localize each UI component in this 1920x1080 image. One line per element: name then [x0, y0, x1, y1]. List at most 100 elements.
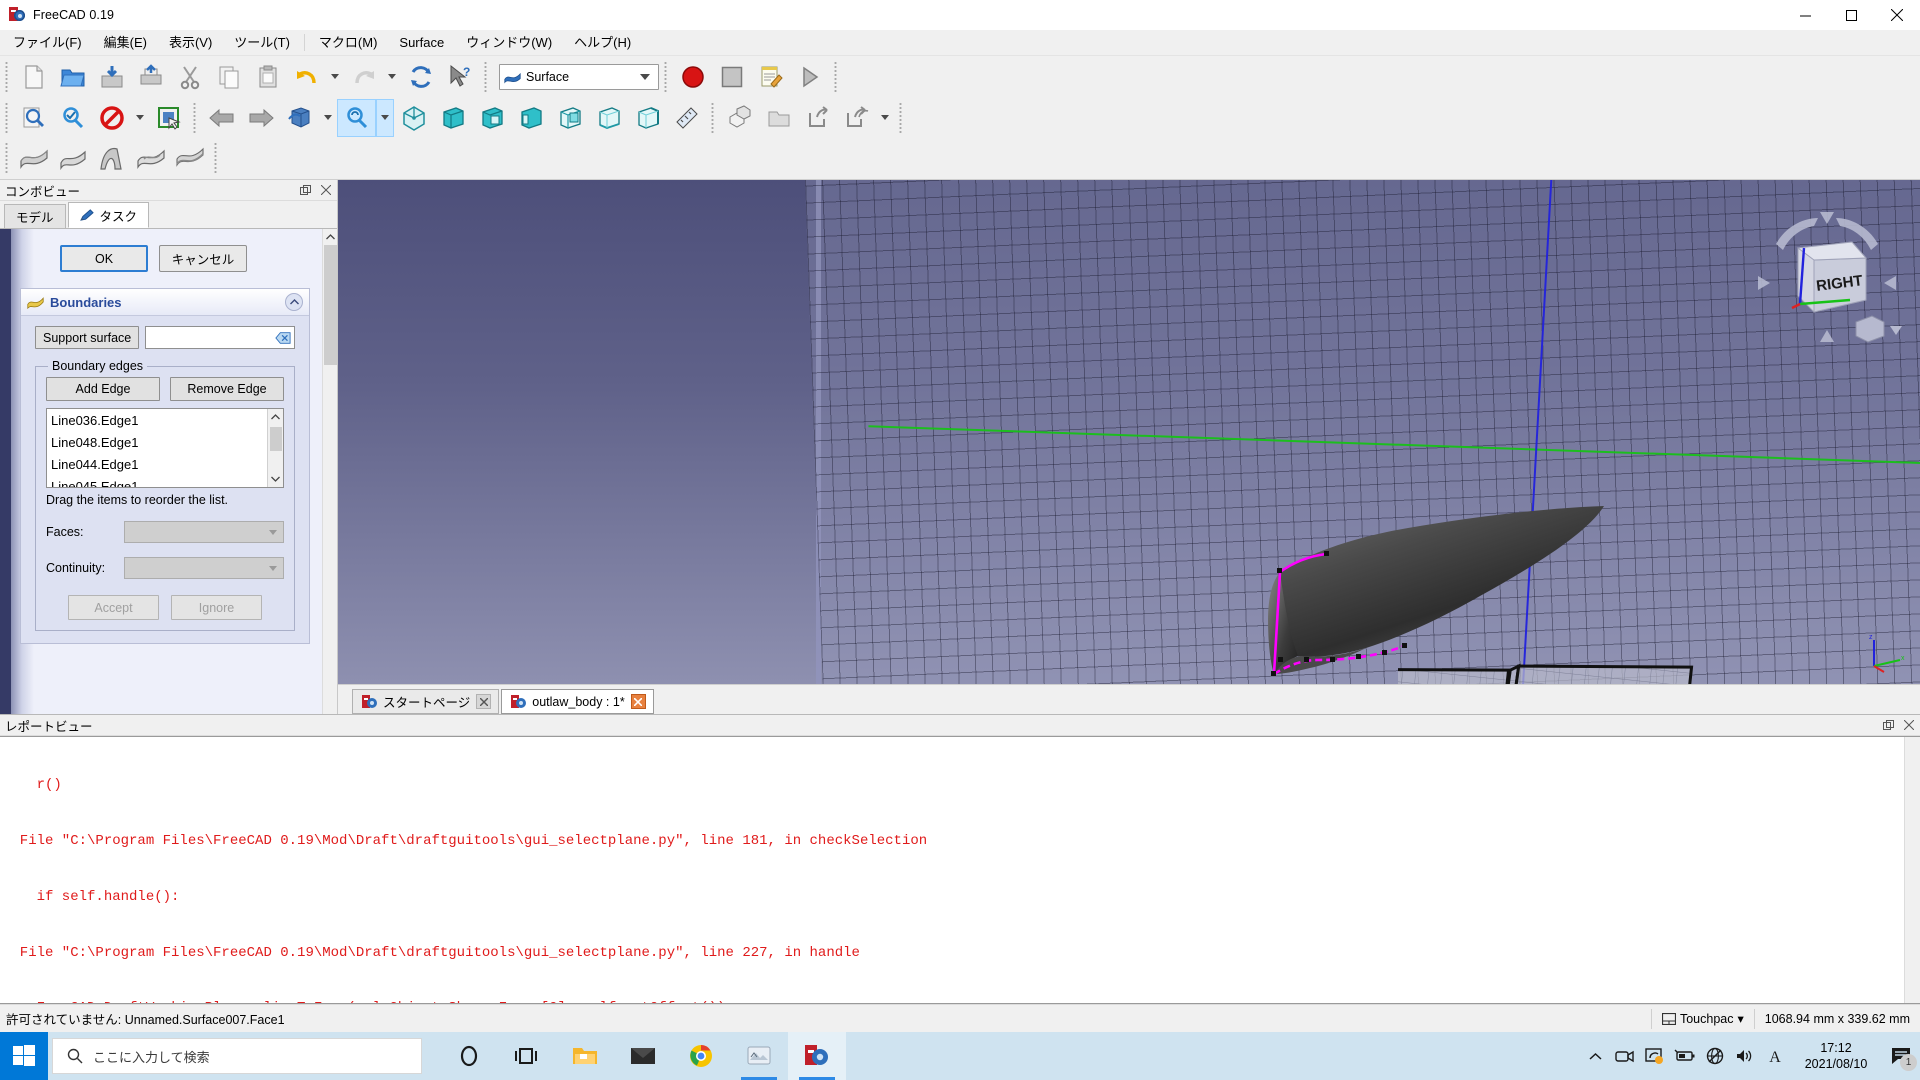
- remove-edge-button[interactable]: Remove Edge: [170, 377, 284, 401]
- zoom-dropdown-icon[interactable]: [376, 98, 394, 137]
- macro-stop-icon[interactable]: [712, 58, 751, 96]
- whats-this-icon[interactable]: ?: [440, 58, 479, 96]
- toolbar-grip[interactable]: [663, 59, 671, 94]
- notification-icon[interactable]: 1: [1882, 1032, 1920, 1080]
- link-dropdown-icon[interactable]: [876, 99, 894, 137]
- redo-dropdown-icon[interactable]: [383, 58, 401, 96]
- right-view-icon[interactable]: [511, 99, 550, 137]
- undo-icon[interactable]: [287, 58, 326, 96]
- print-document-icon[interactable]: [131, 58, 170, 96]
- top-view-icon[interactable]: [472, 99, 511, 137]
- gordon-surface-icon[interactable]: [53, 139, 92, 177]
- toolbar-grip[interactable]: [710, 100, 718, 135]
- std-view-icon[interactable]: [280, 99, 319, 137]
- tab-model[interactable]: モデル: [4, 204, 66, 228]
- forward-arrow-icon[interactable]: [241, 99, 280, 137]
- tray-volume[interactable]: [1730, 1032, 1760, 1080]
- toolbar-grip[interactable]: [192, 100, 200, 135]
- tray-network[interactable]: [1700, 1032, 1730, 1080]
- paste-icon[interactable]: [248, 58, 287, 96]
- menu-view[interactable]: 表示(V): [158, 31, 223, 55]
- toolbar-grip[interactable]: [4, 59, 12, 94]
- report-scrollbar[interactable]: [1904, 737, 1920, 1003]
- menu-help[interactable]: ヘルプ(H): [563, 31, 642, 55]
- taskbar-file-explorer[interactable]: [556, 1032, 614, 1080]
- scroll-up-icon[interactable]: [322, 229, 337, 245]
- list-item[interactable]: Line044.Edge1: [51, 454, 267, 476]
- tray-ime[interactable]: A: [1760, 1032, 1790, 1080]
- create-part-icon[interactable]: [720, 99, 759, 137]
- cut-icon[interactable]: [170, 58, 209, 96]
- close-icon[interactable]: [317, 182, 334, 199]
- create-group-icon[interactable]: [759, 99, 798, 137]
- task-panel-scrollbar[interactable]: [322, 229, 337, 714]
- tray-battery[interactable]: [1670, 1032, 1700, 1080]
- workbench-selector[interactable]: Surface: [499, 63, 659, 90]
- accept-button[interactable]: Accept: [68, 595, 159, 620]
- save-document-icon[interactable]: [92, 58, 131, 96]
- toolbar-grip[interactable]: [898, 100, 906, 135]
- ignore-button[interactable]: Ignore: [171, 595, 262, 620]
- scrollbar-thumb[interactable]: [269, 427, 282, 451]
- scroll-down-icon[interactable]: [268, 471, 284, 487]
- undo-dropdown-icon[interactable]: [326, 58, 344, 96]
- doc-tab-outlaw-body[interactable]: outlaw_body : 1*: [501, 689, 654, 714]
- menu-window[interactable]: ウィンドウ(W): [455, 31, 563, 55]
- scrollbar-thumb[interactable]: [323, 245, 337, 365]
- search-input[interactable]: ここに入力して検索: [52, 1038, 422, 1074]
- menu-macro[interactable]: マクロ(M): [308, 31, 389, 55]
- undock-icon[interactable]: [1880, 717, 1897, 734]
- toolbar-grip[interactable]: [4, 100, 12, 135]
- add-edge-button[interactable]: Add Edge: [46, 377, 160, 401]
- maximize-button[interactable]: [1828, 0, 1874, 30]
- close-icon[interactable]: [1900, 717, 1917, 734]
- taskbar-mail[interactable]: [614, 1032, 672, 1080]
- scroll-up-icon[interactable]: [268, 409, 284, 425]
- measure-icon[interactable]: [667, 99, 706, 137]
- 3d-viewport[interactable]: RIGHT z x: [338, 180, 1920, 684]
- copy-icon[interactable]: [209, 58, 248, 96]
- list-item[interactable]: Line048.Edge1: [51, 432, 267, 454]
- fit-all-icon[interactable]: [14, 99, 53, 137]
- undock-icon[interactable]: [297, 182, 314, 199]
- std-view-dropdown-icon[interactable]: [319, 99, 337, 137]
- zoom-in-icon[interactable]: [337, 98, 376, 137]
- toolbar-grip[interactable]: [213, 141, 221, 175]
- taskbar-cortana-icon[interactable]: [440, 1032, 498, 1080]
- front-view-icon[interactable]: [433, 99, 472, 137]
- toolbar-grip[interactable]: [4, 141, 12, 175]
- chevron-down-icon[interactable]: ▾: [1738, 1011, 1744, 1026]
- macro-edit-icon[interactable]: [751, 58, 790, 96]
- link-group-icon[interactable]: [837, 99, 876, 137]
- minimize-button[interactable]: [1782, 0, 1828, 30]
- extend-face-icon[interactable]: [170, 139, 209, 177]
- taskbar-chrome[interactable]: [672, 1032, 730, 1080]
- ok-button[interactable]: OK: [60, 245, 148, 272]
- menu-surface[interactable]: Surface: [388, 31, 455, 55]
- faces-select[interactable]: [124, 521, 284, 543]
- taskbar-freecad[interactable]: [788, 1032, 846, 1080]
- open-document-icon[interactable]: [53, 58, 92, 96]
- sections-icon[interactable]: [131, 139, 170, 177]
- taskbar-task-view-icon[interactable]: [498, 1032, 556, 1080]
- list-item[interactable]: Line036.Edge1: [51, 410, 267, 432]
- continuity-select[interactable]: [124, 557, 284, 579]
- tray-sync[interactable]: [1640, 1032, 1670, 1080]
- menu-edit[interactable]: 編集(E): [93, 31, 158, 55]
- left-view-icon[interactable]: [628, 99, 667, 137]
- tab-task[interactable]: タスク: [67, 202, 150, 228]
- support-surface-input[interactable]: [145, 326, 295, 349]
- tray-camera[interactable]: [1610, 1032, 1640, 1080]
- close-icon[interactable]: [630, 694, 646, 709]
- filling-icon[interactable]: [14, 139, 53, 177]
- back-arrow-icon[interactable]: [202, 99, 241, 137]
- doc-tab-start-page[interactable]: スタートページ: [352, 689, 500, 714]
- clear-field-icon[interactable]: [275, 331, 291, 345]
- taskbar-photos[interactable]: [730, 1032, 788, 1080]
- close-button[interactable]: [1874, 0, 1920, 30]
- curve-on-mesh-icon[interactable]: [92, 139, 131, 177]
- support-surface-button[interactable]: Support surface: [35, 326, 140, 349]
- draw-style-dropdown-icon[interactable]: [131, 99, 149, 137]
- selection-view-icon[interactable]: [149, 99, 188, 137]
- cancel-button[interactable]: キャンセル: [159, 245, 247, 272]
